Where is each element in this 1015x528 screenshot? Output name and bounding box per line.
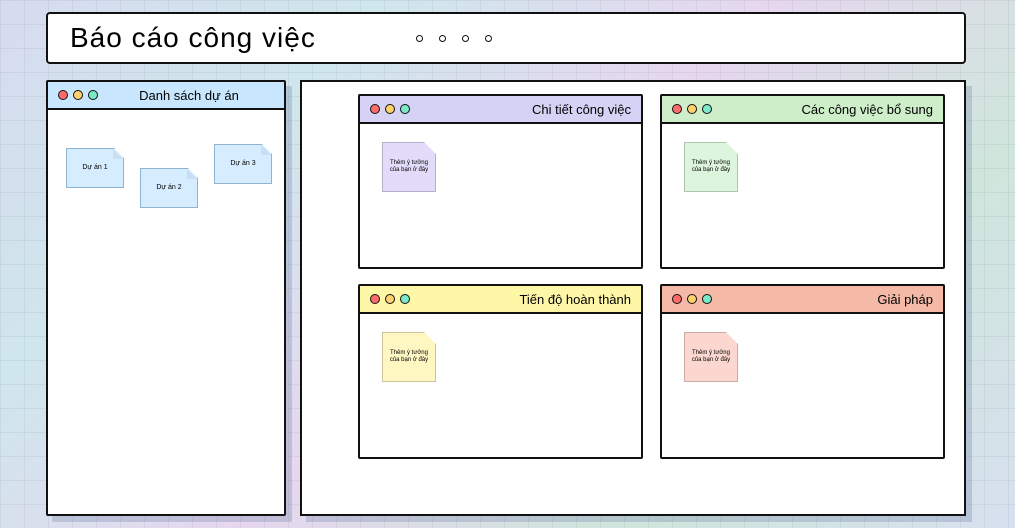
minimize-icon[interactable] bbox=[687, 294, 697, 304]
solution-body[interactable]: Thêm ý tưởng của bạn ở đây bbox=[662, 314, 943, 457]
sticky-note[interactable]: Thêm ý tưởng của bạn ở đây bbox=[684, 142, 738, 192]
close-icon[interactable] bbox=[370, 104, 380, 114]
additional-work-window: Các công việc bổ sung Thêm ý tưởng của b… bbox=[660, 94, 945, 269]
maximize-icon[interactable] bbox=[702, 294, 712, 304]
title-bar: Báo cáo công việc bbox=[46, 12, 966, 64]
sticky-note[interactable]: Thêm ý tưởng của bạn ở đây bbox=[382, 332, 436, 382]
close-icon[interactable] bbox=[672, 104, 682, 114]
traffic-lights bbox=[672, 294, 712, 304]
additional-work-title: Các công việc bổ sung bbox=[718, 102, 933, 117]
traffic-lights bbox=[370, 294, 410, 304]
project-card-2[interactable]: Dự án 2 bbox=[140, 168, 198, 208]
project-list-body[interactable]: Dự án 1 Dự án 2 Dự án 3 bbox=[48, 110, 284, 514]
project-card-3[interactable]: Dự án 3 bbox=[214, 144, 272, 184]
decorative-dots bbox=[416, 35, 492, 42]
project-list-window: Danh sách dự án Dự án 1 Dự án 2 Dự án 3 bbox=[46, 80, 286, 516]
close-icon[interactable] bbox=[58, 90, 68, 100]
minimize-icon[interactable] bbox=[687, 104, 697, 114]
progress-title: Tiến độ hoàn thành bbox=[416, 292, 631, 307]
progress-header: Tiến độ hoàn thành bbox=[360, 286, 641, 314]
project-list-header: Danh sách dự án bbox=[48, 82, 284, 110]
minimize-icon[interactable] bbox=[385, 294, 395, 304]
detail-header: Chi tiết công việc bbox=[360, 96, 641, 124]
maximize-icon[interactable] bbox=[88, 90, 98, 100]
traffic-lights bbox=[58, 90, 98, 100]
project-list-title: Danh sách dự án bbox=[104, 88, 274, 103]
close-icon[interactable] bbox=[672, 294, 682, 304]
solution-title: Giải pháp bbox=[718, 292, 933, 307]
detail-title: Chi tiết công việc bbox=[416, 102, 631, 117]
additional-work-body[interactable]: Thêm ý tưởng của bạn ở đây bbox=[662, 124, 943, 267]
sticky-note[interactable]: Thêm ý tưởng của bạn ở đây bbox=[684, 332, 738, 382]
minimize-icon[interactable] bbox=[385, 104, 395, 114]
close-icon[interactable] bbox=[370, 294, 380, 304]
detail-window: Chi tiết công việc Thêm ý tưởng của bạn … bbox=[358, 94, 643, 269]
sticky-note[interactable]: Thêm ý tưởng của bạn ở đây bbox=[382, 142, 436, 192]
traffic-lights bbox=[672, 104, 712, 114]
project-card-1[interactable]: Dự án 1 bbox=[66, 148, 124, 188]
maximize-icon[interactable] bbox=[400, 104, 410, 114]
page-title: Báo cáo công việc bbox=[70, 22, 316, 54]
progress-body[interactable]: Thêm ý tưởng của bạn ở đây bbox=[360, 314, 641, 457]
solution-header: Giải pháp bbox=[662, 286, 943, 314]
traffic-lights bbox=[370, 104, 410, 114]
solution-window: Giải pháp Thêm ý tưởng của bạn ở đây bbox=[660, 284, 945, 459]
maximize-icon[interactable] bbox=[702, 104, 712, 114]
detail-body[interactable]: Thêm ý tưởng của bạn ở đây bbox=[360, 124, 641, 267]
progress-window: Tiến độ hoàn thành Thêm ý tưởng của bạn … bbox=[358, 284, 643, 459]
maximize-icon[interactable] bbox=[400, 294, 410, 304]
additional-work-header: Các công việc bổ sung bbox=[662, 96, 943, 124]
minimize-icon[interactable] bbox=[73, 90, 83, 100]
